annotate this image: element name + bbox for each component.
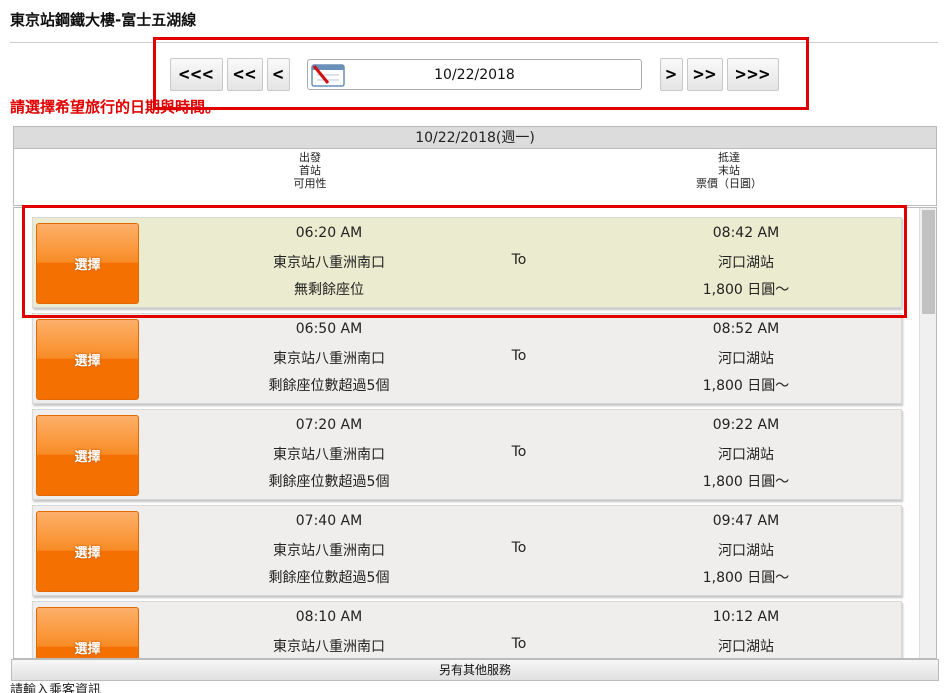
trip-row: 選擇 06:50 AM 東京站八重洲南口 剩餘座位數超過5個 To 08:52 … [32, 313, 902, 404]
calendar-icon[interactable] [311, 63, 345, 87]
next-day-button[interactable]: > [660, 58, 683, 91]
seat-availability: 剩餘座位數超過5個 [268, 570, 390, 586]
select-trip-button[interactable]: 選擇 [36, 511, 139, 592]
depart-time: 08:10 AM [295, 609, 363, 625]
select-trip-button[interactable]: 選擇 [36, 415, 139, 496]
trip-row: 選擇 08:10 AM 東京站八重洲南口 To 10:12 AM 河口湖站 [32, 601, 902, 658]
instruction-text: 請選擇希望旅行的日期與時間。 [10, 98, 221, 116]
scrollbar-thumb[interactable] [922, 210, 935, 314]
origin-stop: 東京站八重洲南口 [273, 543, 385, 559]
trip-list-scrollbar[interactable] [919, 208, 936, 658]
prev-week-button[interactable]: <<< [170, 58, 223, 91]
origin-stop: 東京站八重洲南口 [273, 447, 385, 463]
to-label: To [511, 540, 527, 556]
to-label: To [511, 636, 527, 652]
origin-stop: 東京站八重洲南口 [273, 639, 385, 655]
destination-stop: 河口湖站 [718, 351, 774, 367]
trip-row: 選擇 07:40 AM 東京站八重洲南口 剩餘座位數超過5個 To 09:47 … [32, 505, 902, 596]
select-trip-button[interactable]: 選擇 [36, 607, 139, 658]
date-value: 10/22/2018 [434, 66, 515, 83]
trip-row: 選擇 07:20 AM 東京站八重洲南口 剩餘座位數超過5個 To 09:22 … [32, 409, 902, 500]
page-title: 東京站鋼鐵大樓-富士五湖線 [10, 11, 197, 29]
destination-stop: 河口湖站 [718, 639, 774, 655]
to-label: To [511, 348, 527, 364]
select-trip-button[interactable]: 選擇 [36, 319, 139, 400]
seat-availability: 剩餘座位數超過5個 [268, 378, 390, 394]
prev-3days-button[interactable]: << [227, 58, 263, 91]
next-3days-button[interactable]: >> [687, 58, 723, 91]
arrive-column-header: 抵達 末站 票價（日圓） [696, 151, 762, 190]
fare: 1,800 日圓～ [702, 378, 790, 394]
passenger-info-heading: 請輸入乘客資訊 [10, 683, 102, 693]
depart-time: 07:20 AM [295, 417, 363, 433]
to-label: To [511, 444, 527, 460]
destination-stop: 河口湖站 [718, 543, 774, 559]
next-week-button[interactable]: >>> [727, 58, 779, 91]
depart-time: 07:40 AM [295, 513, 363, 529]
other-services-button[interactable]: 另有其他服務 [11, 659, 939, 681]
depart-column-header: 出發 首站 可用性 [293, 151, 327, 190]
schedule-date-heading: 10/22/2018(週一) [14, 127, 936, 149]
seat-availability: 剩餘座位數超過5個 [268, 474, 390, 490]
depart-time: 06:50 AM [295, 321, 363, 337]
destination-stop: 河口湖站 [718, 447, 774, 463]
fare: 1,800 日圓～ [702, 474, 790, 490]
date-picker-field[interactable]: 10/22/2018 [307, 59, 642, 90]
fare: 1,800 日圓～ [702, 570, 790, 586]
arrive-time: 09:22 AM [712, 417, 780, 433]
schedule-header: 10/22/2018(週一) 出發 首站 可用性 抵達 末站 票價（日圓） [13, 126, 937, 206]
selected-trip-highlight [22, 205, 907, 318]
arrive-time: 10:12 AM [712, 609, 780, 625]
origin-stop: 東京站八重洲南口 [273, 351, 385, 367]
prev-day-button[interactable]: < [267, 58, 290, 91]
arrive-time: 08:52 AM [712, 321, 780, 337]
arrive-time: 09:47 AM [712, 513, 780, 529]
